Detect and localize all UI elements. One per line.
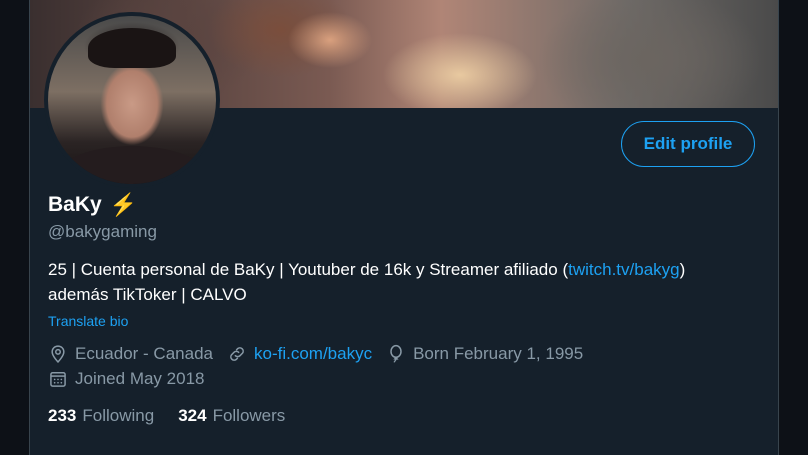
lightning-emoji: ⚡: [109, 192, 138, 217]
website-link[interactable]: ko-fi.com/bakyc: [254, 344, 372, 364]
followers-label: Followers: [212, 406, 286, 425]
bio-text-line2: además TikToker | CALVO: [48, 285, 247, 304]
edit-profile-button[interactable]: Edit profile: [621, 121, 755, 167]
profile-handle: @bakygaming: [48, 222, 157, 241]
profile-birthday: Born February 1, 1995: [386, 344, 583, 364]
profile-column: Edit profile BaKy ⚡ @bakygaming 25 | Cue…: [29, 0, 779, 455]
followers-count: 324: [178, 406, 207, 425]
following-label: Following: [82, 406, 155, 425]
location-pin-icon: [51, 345, 65, 363]
joined-text: Joined May 2018: [75, 369, 205, 388]
bio-text-close: ): [679, 260, 686, 279]
profile-location: Ecuador - Canada: [48, 344, 213, 364]
profile-name-row: BaKy ⚡: [48, 191, 137, 219]
profile-display-name: BaKy: [48, 193, 102, 216]
translate-bio-link[interactable]: Translate bio: [48, 313, 128, 329]
profile-website[interactable]: ko-fi.com/bakyc: [227, 344, 372, 364]
profile-meta-row-2: Joined May 2018: [48, 369, 218, 389]
profile-joined: Joined May 2018: [48, 369, 204, 389]
avatar-shirt: [58, 146, 206, 184]
balloon-icon: [390, 344, 402, 363]
following-count: 233: [48, 406, 77, 425]
link-icon: [230, 347, 244, 361]
profile-avatar[interactable]: [44, 12, 220, 188]
profile-meta-row-1: Ecuador - Canada ko-fi.com/bakyc Born Fe…: [48, 344, 597, 364]
followers-stat[interactable]: 324 Followers: [178, 406, 285, 426]
bio-twitch-link[interactable]: twitch.tv/bakyg: [568, 260, 680, 279]
profile-bio: 25 | Cuenta personal de BaKy | Youtuber …: [48, 257, 768, 307]
following-stat[interactable]: 233 Following: [48, 406, 154, 426]
avatar-hair: [88, 28, 176, 68]
bio-text: 25 | Cuenta personal de BaKy | Youtuber …: [48, 260, 569, 279]
calendar-icon: [50, 372, 66, 387]
profile-stats: 233 Following 324 Followers: [48, 406, 285, 426]
avatar-photo: [48, 16, 216, 184]
location-text: Ecuador - Canada: [75, 344, 213, 363]
birthday-text: Born February 1, 1995: [413, 344, 584, 363]
